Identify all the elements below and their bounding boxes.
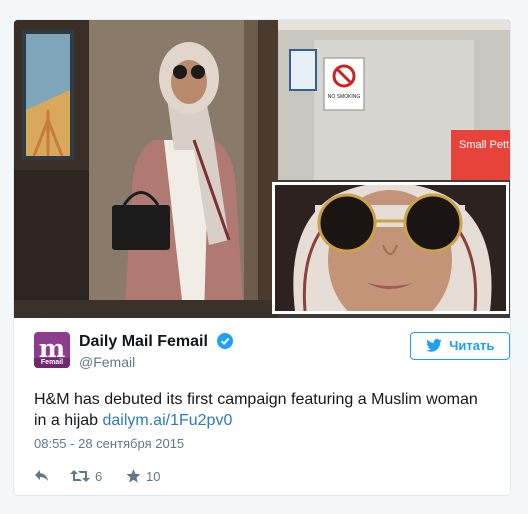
tweet-text: H&M has debuted its first campaign featu… xyxy=(34,389,494,431)
closeup-scene xyxy=(275,185,506,311)
inset-closeup-photo xyxy=(272,182,509,314)
shop-sign-text: Small Pett xyxy=(459,139,509,151)
tweet-photo[interactable]: NO SMOKING Small Pett xyxy=(14,20,510,318)
retweet-button[interactable]: 6 xyxy=(70,466,102,486)
user-handle[interactable]: @Femail xyxy=(79,354,135,370)
tweet-card: NO SMOKING Small Pett m Femail Daily Mai… xyxy=(13,19,511,496)
no-smoking-sign-text: NO SMOKING xyxy=(328,94,361,100)
verified-badge-icon xyxy=(217,333,234,354)
avatar-sub: Femail xyxy=(34,358,70,368)
follow-button[interactable]: Читать xyxy=(410,332,510,360)
tweet-header: m Femail Daily Mail Femail @Femail Читат… xyxy=(34,332,510,374)
like-star-icon xyxy=(126,469,141,483)
follow-label: Читать xyxy=(449,338,495,353)
avatar[interactable]: m Femail xyxy=(34,332,70,368)
reply-icon xyxy=(35,470,48,481)
like-button[interactable]: 10 xyxy=(126,466,160,486)
like-count: 10 xyxy=(146,468,161,484)
tweet-body: H&M has debuted its first campaign featu… xyxy=(34,391,478,429)
display-name-row[interactable]: Daily Mail Femail xyxy=(79,333,234,354)
retweet-count: 6 xyxy=(95,468,103,484)
twitter-bird-icon xyxy=(425,339,442,352)
tweet-timestamp[interactable]: 08:55 - 28 сентября 2015 xyxy=(34,436,184,451)
reply-button[interactable] xyxy=(34,466,50,486)
display-name: Daily Mail Femail xyxy=(79,333,208,350)
tweet-link[interactable]: dailym.ai/1Fu2pv0 xyxy=(103,412,233,429)
retweet-icon xyxy=(70,470,90,482)
